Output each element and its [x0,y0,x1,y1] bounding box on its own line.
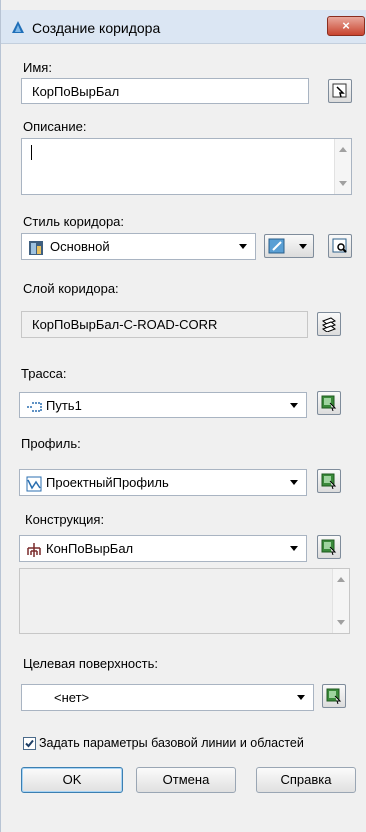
alignment-value: Путь1 [46,398,82,413]
corridor-style-icon [29,241,43,255]
name-field[interactable]: КорПоВырБал [21,78,309,104]
create-corridor-dialog: Создание коридора × Имя: КорПоВырБал Опи… [0,0,366,832]
layer-button[interactable] [317,312,341,336]
scroll-down-icon [339,181,347,186]
baseline-checkbox-label[interactable]: Задать параметры базовой линии и областе… [39,736,304,750]
assembly-select[interactable]: КонПоВырБал [19,535,307,562]
pick-surface-button[interactable] [322,684,346,708]
alignment-select[interactable]: Путь1 [19,392,307,418]
help-button[interactable]: Справка [256,767,356,793]
chevron-down-icon [297,695,305,700]
edit-style-icon [268,238,285,254]
corridor-layer-field: КорПоВырБал-C-ROAD-CORR [21,311,308,338]
pick-alignment-button[interactable] [317,391,341,415]
scroll-up-icon [337,577,345,582]
dialog-title: Создание коридора [32,20,161,36]
target-surface-value: <нет> [54,690,90,705]
scroll-down-icon [337,620,345,625]
pick-from-drawing-icon [321,473,337,489]
chevron-down-icon [290,403,298,408]
cancel-button[interactable]: Отмена [136,767,236,793]
assembly-description [19,568,350,634]
description-label: Описание: [23,119,87,134]
pick-from-drawing-icon [326,688,342,704]
checkmark-icon [25,739,34,748]
chevron-down-icon [290,480,298,485]
pick-name-button[interactable] [328,79,352,103]
assembly-description-scrollbar[interactable] [332,569,349,633]
profile-select[interactable]: ПроектныйПрофиль [19,469,307,496]
profile-icon [26,476,42,492]
assembly-icon [27,543,41,557]
close-icon: × [342,18,350,33]
ok-button[interactable]: OK [21,767,123,793]
alignment-label: Трасса: [21,366,67,381]
pick-name-icon [332,83,347,98]
alignment-icon [27,402,42,412]
assembly-value: КонПоВырБал [46,541,134,556]
baseline-checkbox[interactable] [23,737,36,750]
edit-style-button[interactable] [264,234,314,258]
assembly-label: Конструкция: [25,512,105,527]
profile-label: Профиль: [21,436,81,451]
pick-assembly-button[interactable] [317,535,341,559]
pick-from-drawing-icon [321,395,337,411]
edit-style-dropdown-icon [299,244,307,249]
browse-style-button[interactable] [328,234,352,258]
corridor-style-value: Основной [50,239,110,254]
text-cursor [31,145,32,160]
corridor-layer-value: КорПоВырБал-C-ROAD-CORR [32,317,218,332]
target-surface-select[interactable]: <нет> [21,684,314,711]
app-icon [12,21,24,33]
chevron-down-icon [239,244,247,249]
corridor-style-label: Стиль коридора: [23,214,125,229]
name-label: Имя: [23,60,52,75]
browse-icon [332,238,347,253]
name-value: КорПоВырБал [32,84,120,99]
close-button[interactable]: × [327,16,365,36]
pick-profile-button[interactable] [317,469,341,493]
layer-icon [321,317,337,332]
description-field[interactable] [21,138,352,195]
corridor-style-select[interactable]: Основной [21,233,256,260]
profile-value: ПроектныйПрофиль [46,475,169,490]
corridor-layer-label: Слой коридора: [23,281,119,296]
scroll-up-icon [339,147,347,152]
chevron-down-icon [290,546,298,551]
title-bar: Создание коридора [1,10,366,44]
description-scrollbar[interactable] [334,139,351,194]
target-surface-label: Целевая поверхность: [23,656,158,671]
pick-from-drawing-icon [321,539,337,555]
